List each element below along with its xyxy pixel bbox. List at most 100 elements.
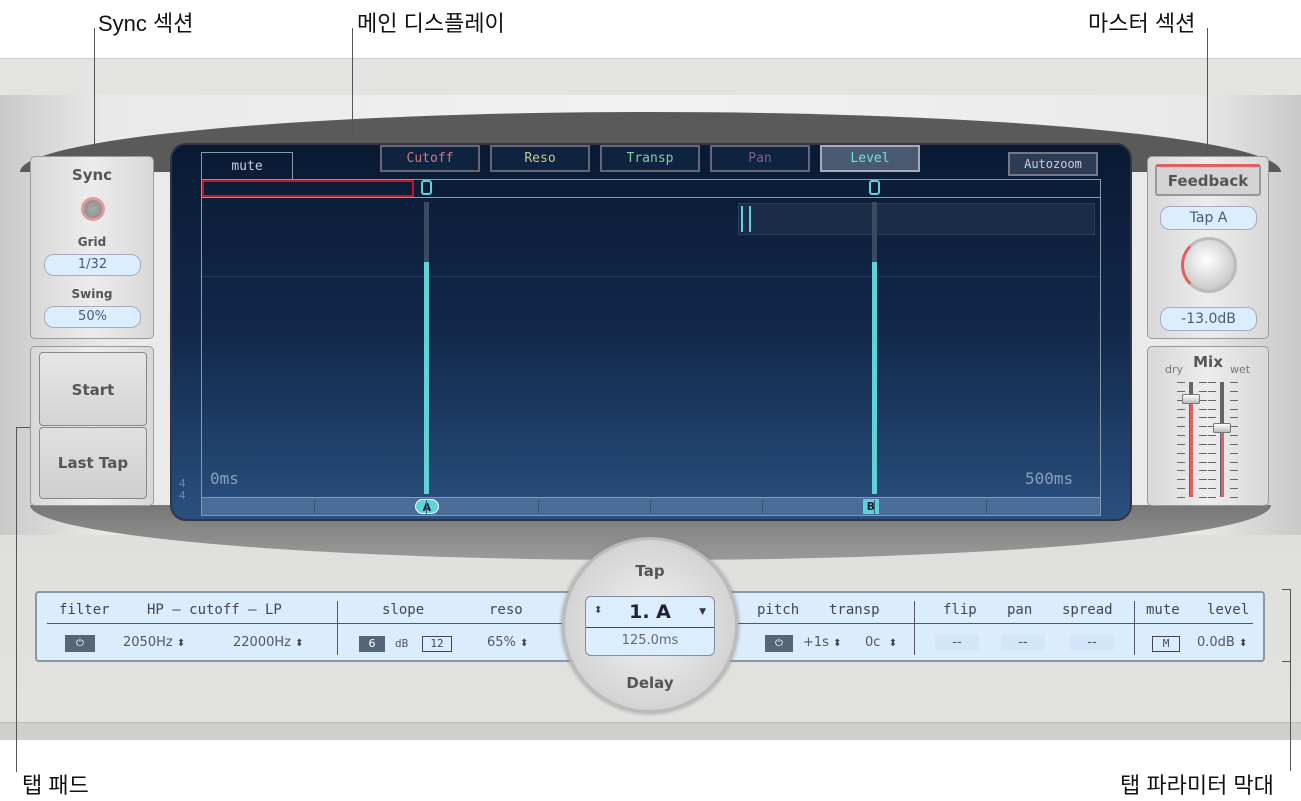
feedback-button[interactable]: Feedback xyxy=(1155,164,1261,196)
slider-tick xyxy=(1208,408,1216,410)
ruler-tick xyxy=(426,500,427,514)
tap-delay-value[interactable]: 125.0ms xyxy=(586,633,714,648)
tap-pad: Start Last Tap xyxy=(30,346,154,506)
tap-level-bar[interactable] xyxy=(423,261,429,494)
slider-tick xyxy=(1230,461,1238,463)
feedback-knob[interactable] xyxy=(1181,237,1237,293)
ruler-tick xyxy=(650,500,651,514)
time-start: 0ms xyxy=(210,469,239,488)
slider-tick xyxy=(1199,461,1207,463)
view-button-cutoff[interactable]: Cutoff xyxy=(380,145,480,172)
slider-tick xyxy=(1208,461,1216,463)
autozoom-button[interactable]: Autozoom xyxy=(1008,152,1098,176)
transp-cent-field[interactable]: 0c ⬍ xyxy=(865,635,897,650)
slider-tick xyxy=(1230,452,1238,454)
mix-section: Mix dry wet xyxy=(1147,346,1269,506)
mute-tab[interactable]: mute xyxy=(201,152,293,180)
slider-tick xyxy=(1208,390,1216,392)
bottom-strip xyxy=(0,722,1301,740)
view-button-reso[interactable]: Reso xyxy=(490,145,590,172)
flip-field[interactable]: -- xyxy=(935,635,979,650)
time-ruler[interactable] xyxy=(201,497,1101,516)
pitch-header: pitch xyxy=(757,602,800,618)
sync-button[interactable] xyxy=(81,197,105,221)
start-label: Start xyxy=(71,381,115,399)
view-button-transp[interactable]: Transp xyxy=(600,145,700,172)
slider-tick xyxy=(1177,435,1185,437)
slider-tick xyxy=(1230,408,1238,410)
transp-semitone-field[interactable]: +1s ⬍ xyxy=(803,635,841,650)
reso-header: reso xyxy=(489,602,523,618)
ruler-tick xyxy=(986,500,987,514)
slider-tick xyxy=(1230,479,1238,481)
slider-tick xyxy=(1208,479,1216,481)
slider-tick xyxy=(1177,470,1185,472)
reso-field[interactable]: 65% ⬍ xyxy=(487,635,528,650)
tap-mute-handle[interactable] xyxy=(420,180,432,195)
tap-title: Tap xyxy=(635,562,665,580)
pan-header: pan xyxy=(1007,602,1033,618)
dry-slider-thumb[interactable] xyxy=(1182,394,1200,405)
level-header: level xyxy=(1207,602,1250,618)
slider-tick xyxy=(1230,390,1238,392)
delay-label: Delay xyxy=(626,674,674,692)
slider-tick xyxy=(1177,390,1185,392)
tap-delay-dial: Tap ⬍ 1. A ▼ 125.0ms Delay xyxy=(562,537,738,713)
wet-label: wet xyxy=(1230,363,1251,376)
slider-tick xyxy=(1177,443,1185,445)
annotation-main-display: 메인 디스플레이 xyxy=(357,11,505,36)
slider-tick xyxy=(1199,443,1207,445)
slider-tick xyxy=(1199,479,1207,481)
lp-cutoff-field[interactable]: 22000Hz ⬍ xyxy=(233,635,304,650)
slider-tick xyxy=(1230,417,1238,419)
cutoff-header: HP – cutoff – LP xyxy=(147,602,282,618)
pan-field[interactable]: -- xyxy=(1001,635,1045,650)
master-section: Feedback Tap A -13.0dB xyxy=(1147,156,1269,339)
mute-button[interactable]: M xyxy=(1152,636,1180,652)
slope-6-button[interactable]: 6 xyxy=(359,636,385,652)
ruler-tick xyxy=(314,500,315,514)
feedback-source[interactable]: Tap A xyxy=(1160,206,1257,230)
tap-level-bar[interactable] xyxy=(871,261,877,494)
last-tap-label: Last Tap xyxy=(57,454,129,472)
slider-tick xyxy=(1199,470,1207,472)
slider-tick xyxy=(1199,390,1207,392)
annotation-tap-param-bar: 탭 파라미터 막대 xyxy=(1120,773,1274,798)
swing-field[interactable]: 50% xyxy=(44,306,141,328)
wet-slider-thumb[interactable] xyxy=(1213,423,1231,433)
sync-section: Sync Grid 1/32 Swing 50% xyxy=(30,156,154,339)
filter-header: filter xyxy=(59,602,110,618)
slider-tick xyxy=(1208,470,1216,472)
filter-power-icon[interactable]: ⏻ xyxy=(65,635,95,652)
slider-tick xyxy=(1199,488,1207,490)
slider-tick xyxy=(1230,382,1238,383)
sync-title: Sync xyxy=(71,166,113,184)
feedback-level[interactable]: -13.0dB xyxy=(1160,307,1257,331)
overview-handle[interactable] xyxy=(741,206,751,232)
tap-selector[interactable]: ⬍ 1. A ▼ 125.0ms xyxy=(585,596,715,656)
start-button[interactable]: Start xyxy=(39,352,147,426)
view-button-pan[interactable]: Pan xyxy=(710,145,810,172)
slider-tick xyxy=(1208,452,1216,454)
slider-tick xyxy=(1208,497,1216,498)
level-field[interactable]: 0.0dB ⬍ xyxy=(1197,635,1247,650)
time-signature: 44 xyxy=(179,477,186,502)
tap-mute-handle[interactable] xyxy=(868,180,880,195)
tap-overview xyxy=(738,203,1095,235)
slope-12-button[interactable]: 12 xyxy=(422,636,452,652)
slider-tick xyxy=(1208,488,1216,490)
grid-field[interactable]: 1/32 xyxy=(44,254,141,276)
last-tap-button[interactable]: Last Tap xyxy=(39,427,147,499)
pitch-power-icon[interactable]: ⏻ xyxy=(765,635,793,652)
ruler-tick xyxy=(874,500,875,514)
slider-tick xyxy=(1230,399,1238,401)
spread-header: spread xyxy=(1062,602,1113,618)
slider-tick xyxy=(1199,426,1207,428)
tap-marker-b[interactable]: B xyxy=(862,499,879,514)
dropdown-icon[interactable]: ▼ xyxy=(699,607,706,617)
spread-field[interactable]: -- xyxy=(1070,635,1114,650)
view-button-level[interactable]: Level xyxy=(820,145,920,172)
slider-tick xyxy=(1199,399,1207,401)
hp-cutoff-field[interactable]: 2050Hz ⬍ xyxy=(123,635,185,650)
transp-header: transp xyxy=(829,602,880,618)
